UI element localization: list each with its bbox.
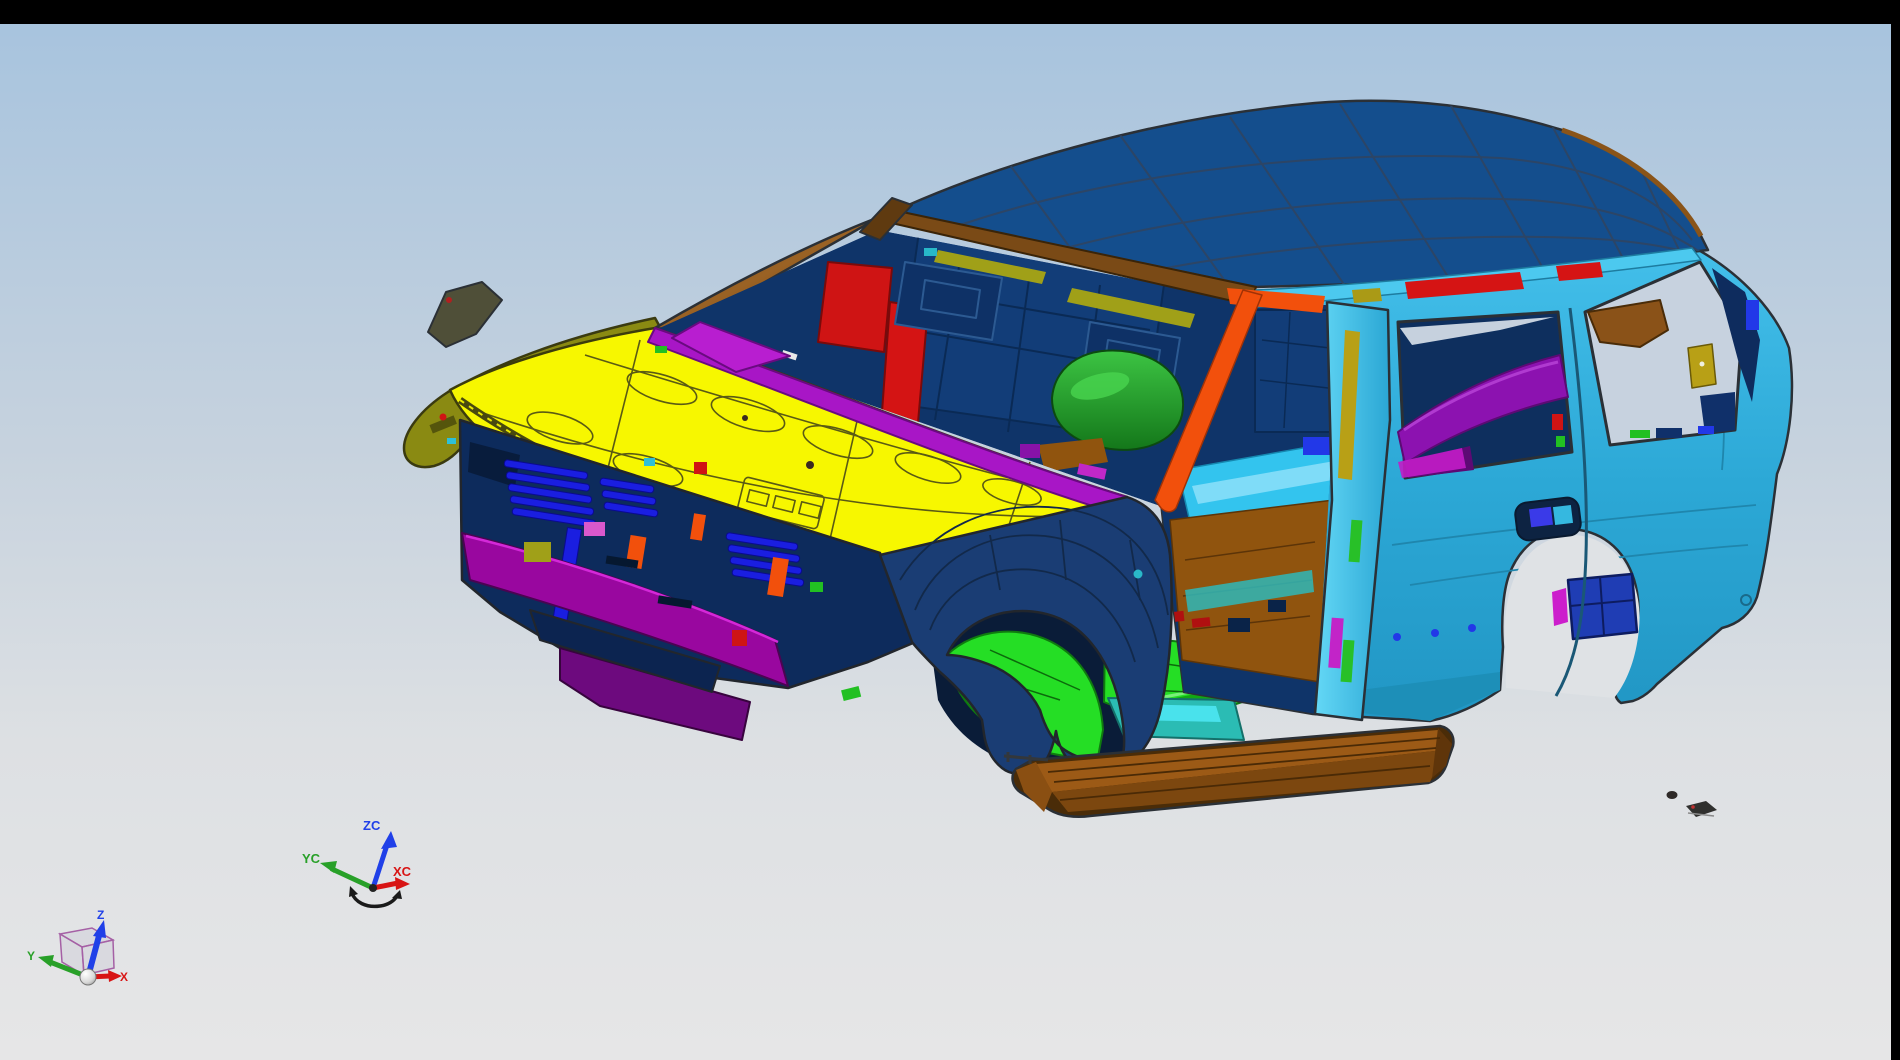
door-bracket2 <box>1268 600 1286 612</box>
rear-door-window-opening[interactable] <box>1398 312 1572 478</box>
view-z-label: Z <box>97 908 104 922</box>
arch-magenta-sliver <box>1552 588 1568 626</box>
ws-purple-chip <box>1020 444 1040 458</box>
wcs-y-label: YC <box>302 851 321 866</box>
view-x-label: X <box>120 970 128 984</box>
window-green-chip <box>1556 436 1565 447</box>
quarter-sill-navy <box>1656 428 1682 438</box>
window-red-chip <box>1552 414 1563 430</box>
tab-hole <box>1700 362 1705 367</box>
far-junction-red-chip <box>446 297 452 303</box>
wcs-x-label: XC <box>393 864 412 879</box>
wcs-z-label: ZC <box>363 818 381 833</box>
front-seat-green[interactable] <box>1052 350 1183 449</box>
debris-dot[interactable] <box>1667 791 1678 799</box>
handle-blue-chip <box>1529 507 1553 528</box>
debris-red-dot <box>1691 805 1695 809</box>
far-door-inner-upper <box>1255 310 1335 432</box>
cad-viewport-canvas[interactable]: ZC YC XC Z Y X <box>0 0 1900 1060</box>
quarter-sill-green <box>1630 430 1650 438</box>
door-bracket1 <box>1228 618 1250 632</box>
top-frame-bar <box>0 0 1900 24</box>
rail-olive-segment <box>1352 288 1382 303</box>
view-y-label: Y <box>27 949 35 963</box>
triad-origin-sphere[interactable] <box>80 969 96 985</box>
door-handle-recess[interactable] <box>1514 496 1582 542</box>
far-pillar-red-bracket[interactable] <box>818 262 892 352</box>
floor-red-chip2 <box>1192 617 1211 628</box>
d-pillar-blue-chip <box>1746 300 1759 330</box>
right-frame-bar <box>1891 0 1900 1060</box>
quarter-sill-blue <box>1698 426 1714 434</box>
handle-cyan-chip <box>1553 505 1573 525</box>
fender-teal-dot <box>1134 570 1143 579</box>
cowl-green-chip <box>655 346 667 353</box>
ws-cyan-chip <box>924 248 937 256</box>
wcs-origin[interactable] <box>369 884 377 892</box>
hood-fastener-dot2 <box>742 415 748 421</box>
hood-fastener-dot <box>806 461 814 469</box>
